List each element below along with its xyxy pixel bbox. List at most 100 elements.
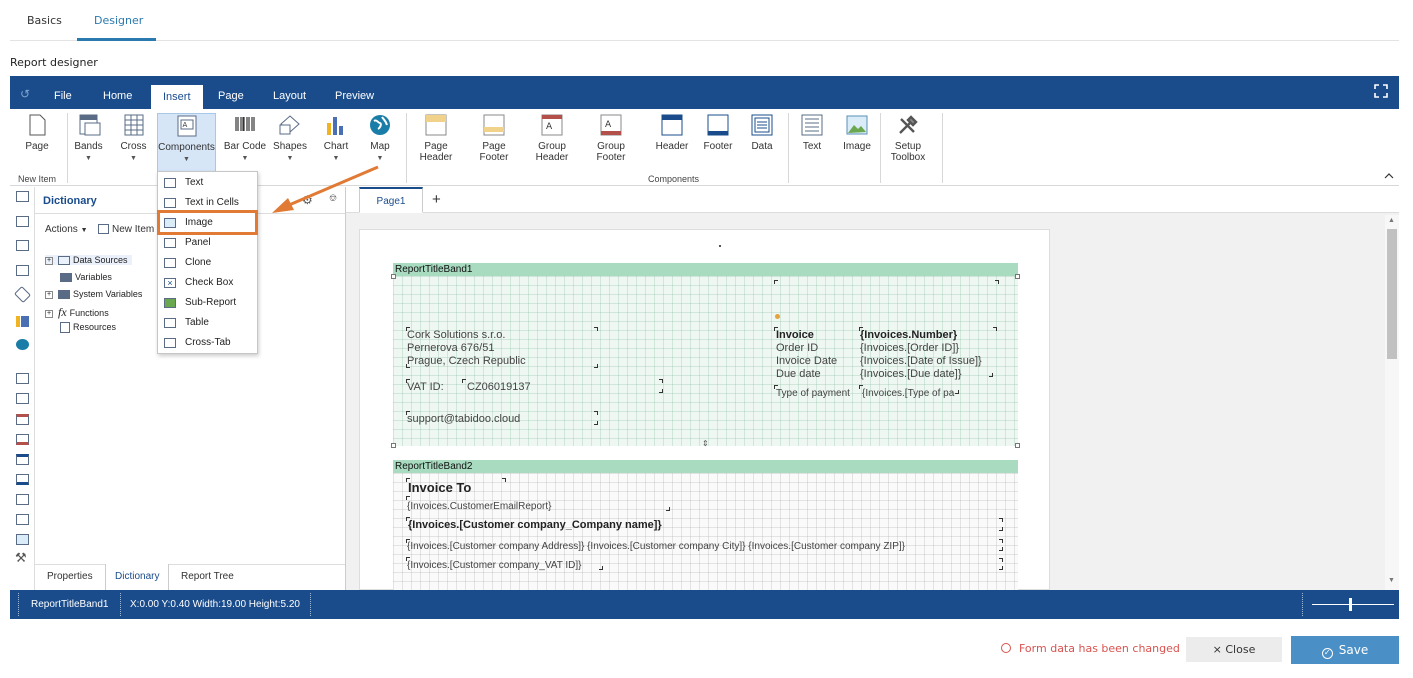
zoom-slider-thumb[interactable] (1349, 598, 1352, 611)
tab-properties[interactable]: Properties (47, 571, 93, 582)
order-id-value[interactable]: {Invoices.[Order ID]} (860, 342, 959, 355)
footer-icon[interactable] (16, 474, 29, 485)
pin-icon[interactable]: ⎊ (329, 193, 337, 204)
tree-item-resources[interactable]: Resources (60, 322, 116, 334)
invoice-date-label[interactable]: Invoice Date (776, 355, 837, 368)
ribbon-tab-page[interactable]: Page (218, 90, 244, 102)
image-icon[interactable] (16, 534, 29, 545)
shapes-icon[interactable] (14, 286, 31, 303)
resize-handle[interactable] (1015, 274, 1020, 279)
company-name[interactable]: Cork Solutions s.r.o. (407, 329, 505, 342)
page-footer-button[interactable]: Page Footer (474, 113, 514, 181)
support-email[interactable]: support@tabidoo.cloud (407, 413, 520, 426)
tab-page1[interactable]: Page1 (359, 187, 423, 213)
header-button[interactable]: Header (652, 113, 692, 181)
chevron-up-icon[interactable] (1384, 171, 1394, 179)
ribbon-tab-preview[interactable]: Preview (335, 90, 374, 102)
tree-item-data-sources[interactable]: + Data Sources (45, 255, 132, 266)
company-city[interactable]: Prague, Czech Republic (407, 355, 526, 368)
scroll-down-icon[interactable]: ▼ (1388, 577, 1395, 584)
zoom-slider[interactable] (1312, 604, 1394, 605)
invoice-to-heading[interactable]: Invoice To (408, 481, 471, 494)
invoice-date-value[interactable]: {Invoices.[Date of Issue]} (860, 355, 982, 368)
customer-email[interactable]: {Invoices.CustomerEmailReport} (407, 500, 552, 513)
menu-item-cross-tab[interactable]: Cross-Tab (158, 333, 257, 353)
due-date-value[interactable]: {Invoices.[Due date]} (860, 368, 962, 381)
invoice-number[interactable]: {Invoices.Number} (860, 329, 957, 342)
setup-toolbox-button[interactable]: Setup Toolbox (888, 113, 928, 181)
settings-icon[interactable]: ⚙ (302, 193, 313, 207)
resize-handle[interactable] (1015, 443, 1020, 448)
components-icon[interactable] (16, 240, 29, 251)
expand-icon[interactable]: + (45, 309, 53, 318)
group-footer-button[interactable]: A Group Footer (591, 113, 631, 181)
footer-button[interactable]: Footer (698, 113, 738, 181)
tree-item-variables[interactable]: Variables (60, 272, 112, 283)
resize-handle[interactable] (391, 274, 396, 279)
bands-button[interactable]: Bands ▼ (72, 113, 105, 181)
menu-item-text[interactable]: Text (158, 173, 257, 193)
tree-item-functions[interactable]: + fx Functions (45, 305, 109, 320)
band-header[interactable]: ReportTitleBand1 (393, 263, 1018, 276)
customer-vat[interactable]: {Invoices.[Customer company_VAT ID]} (407, 559, 582, 572)
group-header-icon[interactable] (16, 414, 29, 425)
tree-item-system-variables[interactable]: + System Variables (45, 289, 142, 300)
shapes-button[interactable]: Shapes ▼ (272, 113, 308, 181)
header-icon[interactable] (16, 454, 29, 465)
expand-icon[interactable]: + (45, 256, 53, 265)
tab-designer[interactable]: Designer (94, 14, 143, 27)
menu-item-sub-report[interactable]: Sub-Report (158, 293, 257, 313)
ribbon-tab-file[interactable]: File (54, 90, 72, 102)
group-footer-icon[interactable] (16, 434, 29, 445)
menu-item-check-box[interactable]: × Check Box (158, 273, 257, 293)
menu-item-panel[interactable]: Panel (158, 233, 257, 253)
vat-value[interactable]: CZ06019137 (467, 381, 531, 394)
customer-address[interactable]: {Invoices.[Customer company Address]} {I… (407, 540, 905, 553)
page-footer-icon[interactable] (16, 393, 29, 404)
band-icon[interactable] (16, 191, 29, 202)
close-button[interactable]: × Close (1186, 637, 1282, 662)
barcode-icon[interactable] (16, 265, 29, 276)
text-icon[interactable] (16, 514, 29, 525)
move-handle-icon[interactable]: ⇕ (702, 439, 709, 448)
new-item-button[interactable]: New Item (98, 224, 154, 235)
image-button[interactable]: Image (837, 113, 877, 181)
page-header-icon[interactable] (16, 373, 29, 384)
company-address[interactable]: Pernerova 676/51 (407, 342, 494, 355)
data-band-icon[interactable] (16, 494, 29, 505)
customer-company[interactable]: {Invoices.[Customer company_Company name… (408, 519, 662, 532)
fullscreen-icon[interactable] (1374, 84, 1388, 98)
report-title-band-1[interactable]: Cork Solutions s.r.o. Pernerova 676/51 P… (393, 276, 1018, 446)
order-id-label[interactable]: Order ID (776, 342, 818, 355)
payment-value[interactable]: {Invoices.[Type of pa (862, 387, 954, 400)
vat-label[interactable]: VAT ID: (407, 381, 444, 394)
page-header-button[interactable]: Page Header (416, 113, 456, 181)
map-button[interactable]: Map ▼ (365, 113, 395, 181)
cross-button[interactable]: Cross ▼ (117, 113, 150, 181)
undo-icon[interactable]: ↺ (20, 87, 30, 101)
chart-icon[interactable] (16, 316, 29, 327)
globe-icon[interactable] (16, 339, 29, 350)
menu-item-table[interactable]: Table (158, 313, 257, 333)
group-header-button[interactable]: A Group Header (532, 113, 572, 181)
page-button[interactable]: Page (22, 113, 52, 181)
vertical-scrollbar[interactable]: ▲ ▼ (1385, 215, 1399, 590)
chart-button[interactable]: Chart ▼ (321, 113, 351, 181)
payment-label[interactable]: Type of payment (776, 387, 850, 400)
report-title-band-2[interactable]: Invoice To {Invoices.CustomerEmailReport… (393, 473, 1018, 591)
resize-handle[interactable] (391, 443, 396, 448)
tab-basics[interactable]: Basics (27, 14, 62, 27)
invoice-label[interactable]: Invoice (776, 329, 814, 342)
scroll-up-icon[interactable]: ▲ (1388, 217, 1395, 224)
ribbon-tab-insert[interactable]: Insert (151, 85, 203, 109)
band-header[interactable]: ReportTitleBand2 (393, 460, 1018, 473)
cross-band-icon[interactable] (16, 216, 29, 227)
add-page-icon[interactable]: + (432, 191, 441, 208)
due-date-label[interactable]: Due date (776, 368, 821, 381)
data-button[interactable]: Data (742, 113, 782, 181)
tools-icon[interactable]: ⚒ (15, 550, 27, 566)
ribbon-tab-layout[interactable]: Layout (273, 90, 306, 102)
expand-icon[interactable]: + (45, 290, 53, 299)
tab-dictionary[interactable]: Dictionary (105, 564, 170, 591)
save-button[interactable]: ✓ Save (1291, 636, 1399, 664)
